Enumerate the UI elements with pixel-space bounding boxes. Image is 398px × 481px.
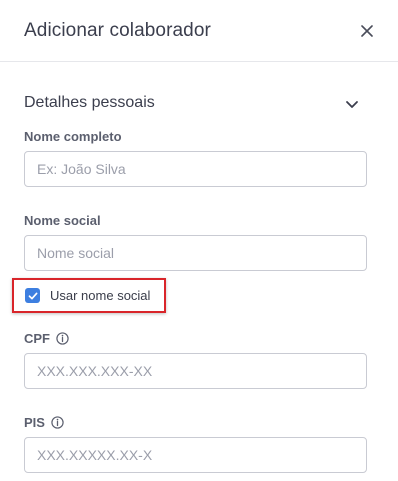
cpf-field[interactable] (24, 353, 367, 389)
close-button[interactable] (356, 20, 378, 42)
use-social-name-label: Usar nome social (50, 288, 151, 303)
pis-label: PIS (24, 415, 64, 430)
full-name-label-text: Nome completo (24, 129, 122, 144)
social-name-label: Nome social (24, 213, 101, 228)
use-social-name-option[interactable]: Usar nome social (12, 278, 166, 313)
cpf-label: CPF (24, 331, 69, 346)
pis-input[interactable] (25, 438, 366, 472)
section-personal-details[interactable]: Detalhes pessoais (24, 92, 368, 116)
full-name-label: Nome completo (24, 129, 122, 144)
check-icon (28, 292, 37, 299)
modal-header: Adicionar colaborador (0, 0, 398, 62)
modal-title: Adicionar colaborador (24, 20, 211, 41)
full-name-input[interactable] (25, 152, 366, 186)
close-icon (361, 25, 373, 37)
pis-field[interactable] (24, 437, 367, 473)
info-icon[interactable] (51, 416, 64, 429)
pis-label-text: PIS (24, 415, 45, 430)
info-icon[interactable] (56, 332, 69, 345)
social-name-field[interactable] (24, 235, 367, 271)
cpf-input[interactable] (25, 354, 366, 388)
section-title: Detalhes pessoais (24, 94, 155, 111)
use-social-name-checkbox[interactable] (25, 288, 40, 303)
social-name-label-text: Nome social (24, 213, 101, 228)
cpf-label-text: CPF (24, 331, 50, 346)
social-name-input[interactable] (25, 236, 366, 270)
full-name-field[interactable] (24, 151, 367, 187)
chevron-down-icon (346, 101, 358, 108)
